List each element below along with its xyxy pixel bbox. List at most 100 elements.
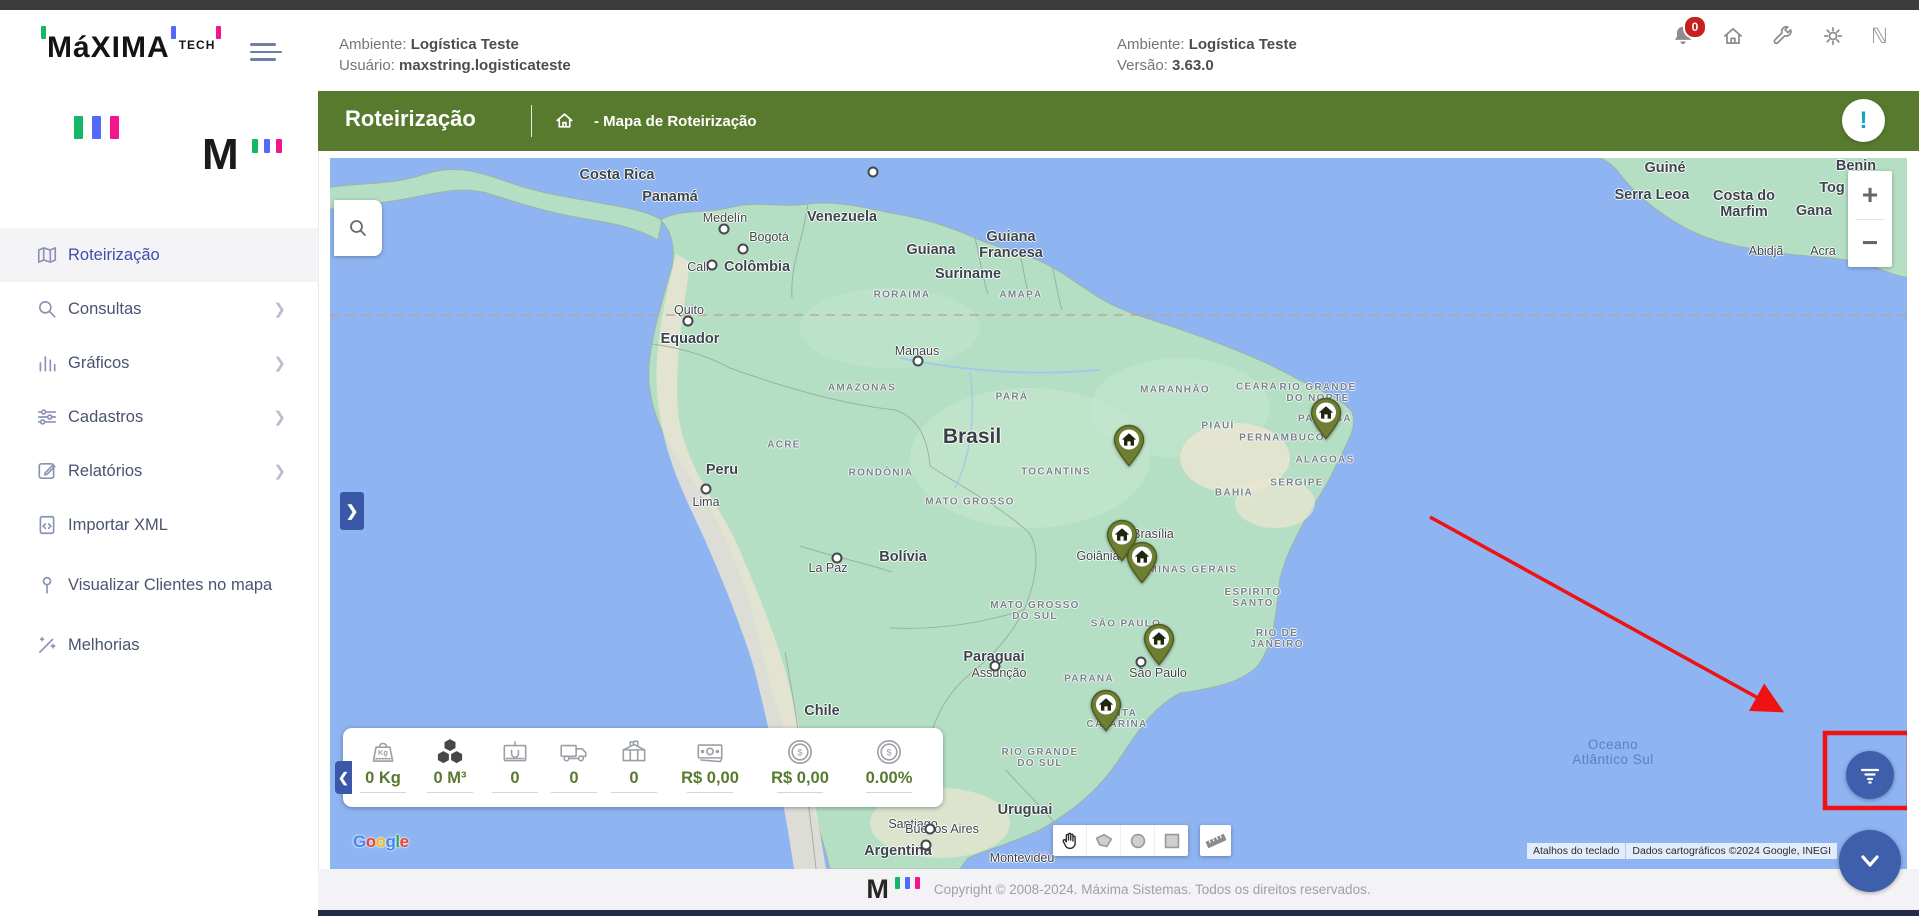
- rectangle-tool-button[interactable]: [1155, 825, 1188, 856]
- divider: [531, 105, 532, 137]
- stat-value: 0.00%: [865, 769, 913, 787]
- sidebar-item-label: Relatórios: [68, 461, 143, 480]
- total-stat: $ R$ 0,00: [755, 736, 845, 793]
- city-dot: [682, 315, 694, 327]
- ruler-icon: [1205, 833, 1226, 848]
- coin-icon: $: [755, 736, 845, 768]
- sidebar: M Roteirização Consultas ❯ Gráficos ❯ Cadastr…: [0, 91, 319, 916]
- filter-icon: [1860, 768, 1880, 784]
- maxima-tech-logo[interactable]: MáXIMA TECH: [40, 26, 222, 68]
- sidebar-item-label: Consultas: [68, 299, 142, 318]
- chevron-right-icon: ❯: [273, 463, 286, 480]
- city-dot: [831, 552, 843, 564]
- sidebar-item-visualizar-clientes-no-mapa[interactable]: Visualizar Clientes no mapa: [0, 552, 318, 618]
- pan-tool-button[interactable]: [1053, 825, 1087, 856]
- wand-icon: [36, 634, 58, 656]
- footer-logo-m: M: [866, 874, 889, 904]
- sidebar-item-consultas[interactable]: Consultas ❯: [0, 282, 318, 336]
- polygon-tool-button[interactable]: [1087, 825, 1121, 856]
- page-title: Roteirização: [345, 106, 476, 131]
- client-marker-pin[interactable]: [1112, 424, 1146, 472]
- usuario-value: maxstring.logisticateste: [399, 57, 571, 74]
- chevron-down-icon: [1861, 855, 1879, 867]
- client-marker-pin[interactable]: [1089, 689, 1123, 737]
- gear-icon[interactable]: [1821, 24, 1847, 50]
- sidebar-item-label: Importar XML: [68, 515, 168, 534]
- map-icon: [36, 244, 58, 266]
- city-dot: [920, 839, 932, 851]
- wrench-icon[interactable]: [1771, 24, 1797, 50]
- client-marker-pin[interactable]: [1125, 541, 1159, 589]
- notification-badge: 0: [1683, 15, 1707, 39]
- google-logo: Google: [353, 832, 409, 851]
- svg-text:$: $: [797, 747, 802, 757]
- bell-icon[interactable]: 0: [1671, 15, 1707, 50]
- sidebar-item-relat-rios[interactable]: Relatórios ❯: [0, 444, 318, 498]
- map-filter-button[interactable]: [1846, 751, 1894, 799]
- measure-tool-button[interactable]: [1200, 825, 1231, 856]
- chevron-right-icon: ❯: [273, 409, 286, 426]
- sidebar-logo-m: M: [202, 130, 239, 179]
- main-content: Roteirização - Mapa de Roteirização ! Co…: [318, 91, 1919, 916]
- hand-icon: [1062, 832, 1076, 849]
- svg-text:$: $: [886, 747, 891, 757]
- map-attribution: Atalhos do teclado Dados cartográficos ©…: [1527, 843, 1837, 859]
- city-dot: [718, 223, 730, 235]
- panel-expand-tab[interactable]: ❯: [340, 492, 364, 530]
- sidebar-item-importar-xml[interactable]: Importar XML: [0, 498, 318, 552]
- city-dot: [737, 243, 749, 255]
- ambiente-value: Logística Teste: [410, 36, 519, 53]
- city-dot: [924, 823, 936, 835]
- totals-bar: ❮ Kg 0 Kg 0 M³ 0 0 0 R$ 0,00 $ R$ 0,00 $0.00%: [335, 728, 943, 807]
- sidebar-item-melhorias[interactable]: Melhorias: [0, 618, 318, 672]
- n-logo-icon[interactable]: ℕ: [1871, 24, 1897, 50]
- total-stat: $0.00%: [844, 736, 934, 793]
- total-stat: R$ 0,00: [665, 736, 755, 793]
- sidebar-item-gr-ficos[interactable]: Gráficos ❯: [0, 336, 318, 390]
- sidebar-nav: Roteirização Consultas ❯ Gráficos ❯ Cadastros…: [0, 228, 318, 672]
- header-icon-row: 0ℕ: [1671, 15, 1897, 50]
- search-icon: [350, 220, 366, 236]
- footer-copyright: Copyright © 2008-2024. Máxima Sistemas. …: [933, 882, 1371, 897]
- routing-map[interactable]: Costa Rica Panamá Venezuela Guiana Guiana Fr…: [330, 158, 1907, 892]
- breadcrumb-home-icon[interactable]: [554, 110, 575, 131]
- stat-value: R$ 0,00: [771, 769, 829, 787]
- keyboard-shortcuts-link[interactable]: Atalhos do teclado: [1527, 843, 1626, 859]
- app-header: MáXIMA TECH Ambiente: Logística Teste Us…: [0, 10, 1919, 92]
- versao-value: 3.63.0: [1172, 57, 1214, 74]
- map-search-button[interactable]: [334, 200, 382, 256]
- brand-name: MáXIMA: [47, 31, 170, 64]
- window-top-strip: [0, 0, 1919, 10]
- footer: M Copyright © 2008-2024. Máxima Sistemas…: [318, 869, 1919, 916]
- city-dot: [706, 259, 718, 271]
- chart-icon: [36, 352, 58, 374]
- sidebar-item-cadastros[interactable]: Cadastros ❯: [0, 390, 318, 444]
- circle-tool-button[interactable]: [1121, 825, 1155, 856]
- stat-value: R$ 0,00: [681, 769, 739, 787]
- sidebar-item-roteiriza-o[interactable]: Roteirização: [0, 228, 318, 282]
- polygon-icon: [1095, 833, 1112, 847]
- pin-icon: [36, 574, 58, 596]
- client-marker-pin[interactable]: [1309, 397, 1343, 445]
- xml-icon: [36, 514, 58, 536]
- city-dot: [912, 355, 924, 367]
- footer-logo-bars: [894, 876, 920, 889]
- home-icon[interactable]: [1721, 24, 1747, 50]
- menu-toggle-icon[interactable]: [250, 38, 282, 64]
- circle-icon: [1130, 833, 1145, 848]
- zoom-in-button[interactable]: +: [1848, 171, 1892, 219]
- search-icon: [36, 298, 58, 320]
- page-header-bar: Roteirização - Mapa de Roteirização !: [318, 91, 1919, 151]
- footer-bottom-strip: [318, 910, 1919, 916]
- ambiente-value-2: Logística Teste: [1188, 36, 1297, 53]
- scroll-down-button[interactable]: [1839, 830, 1901, 892]
- city-dot: [700, 483, 712, 495]
- breadcrumb: - Mapa de Roteirização: [594, 113, 757, 130]
- city-dot: [989, 660, 1001, 672]
- client-marker-pin[interactable]: [1142, 623, 1176, 671]
- sidebar-item-label: Cadastros: [68, 407, 144, 426]
- square-icon: [1164, 833, 1179, 848]
- alert-button[interactable]: !: [1842, 99, 1885, 142]
- sidebar-item-label: Roteirização: [68, 245, 160, 264]
- zoom-out-button[interactable]: −: [1848, 219, 1892, 267]
